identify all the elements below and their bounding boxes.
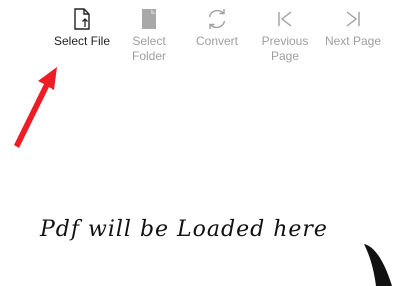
pdf-placeholder-text: Pdf will be Loaded here — [40, 217, 328, 242]
black-corner-shape — [364, 244, 392, 286]
